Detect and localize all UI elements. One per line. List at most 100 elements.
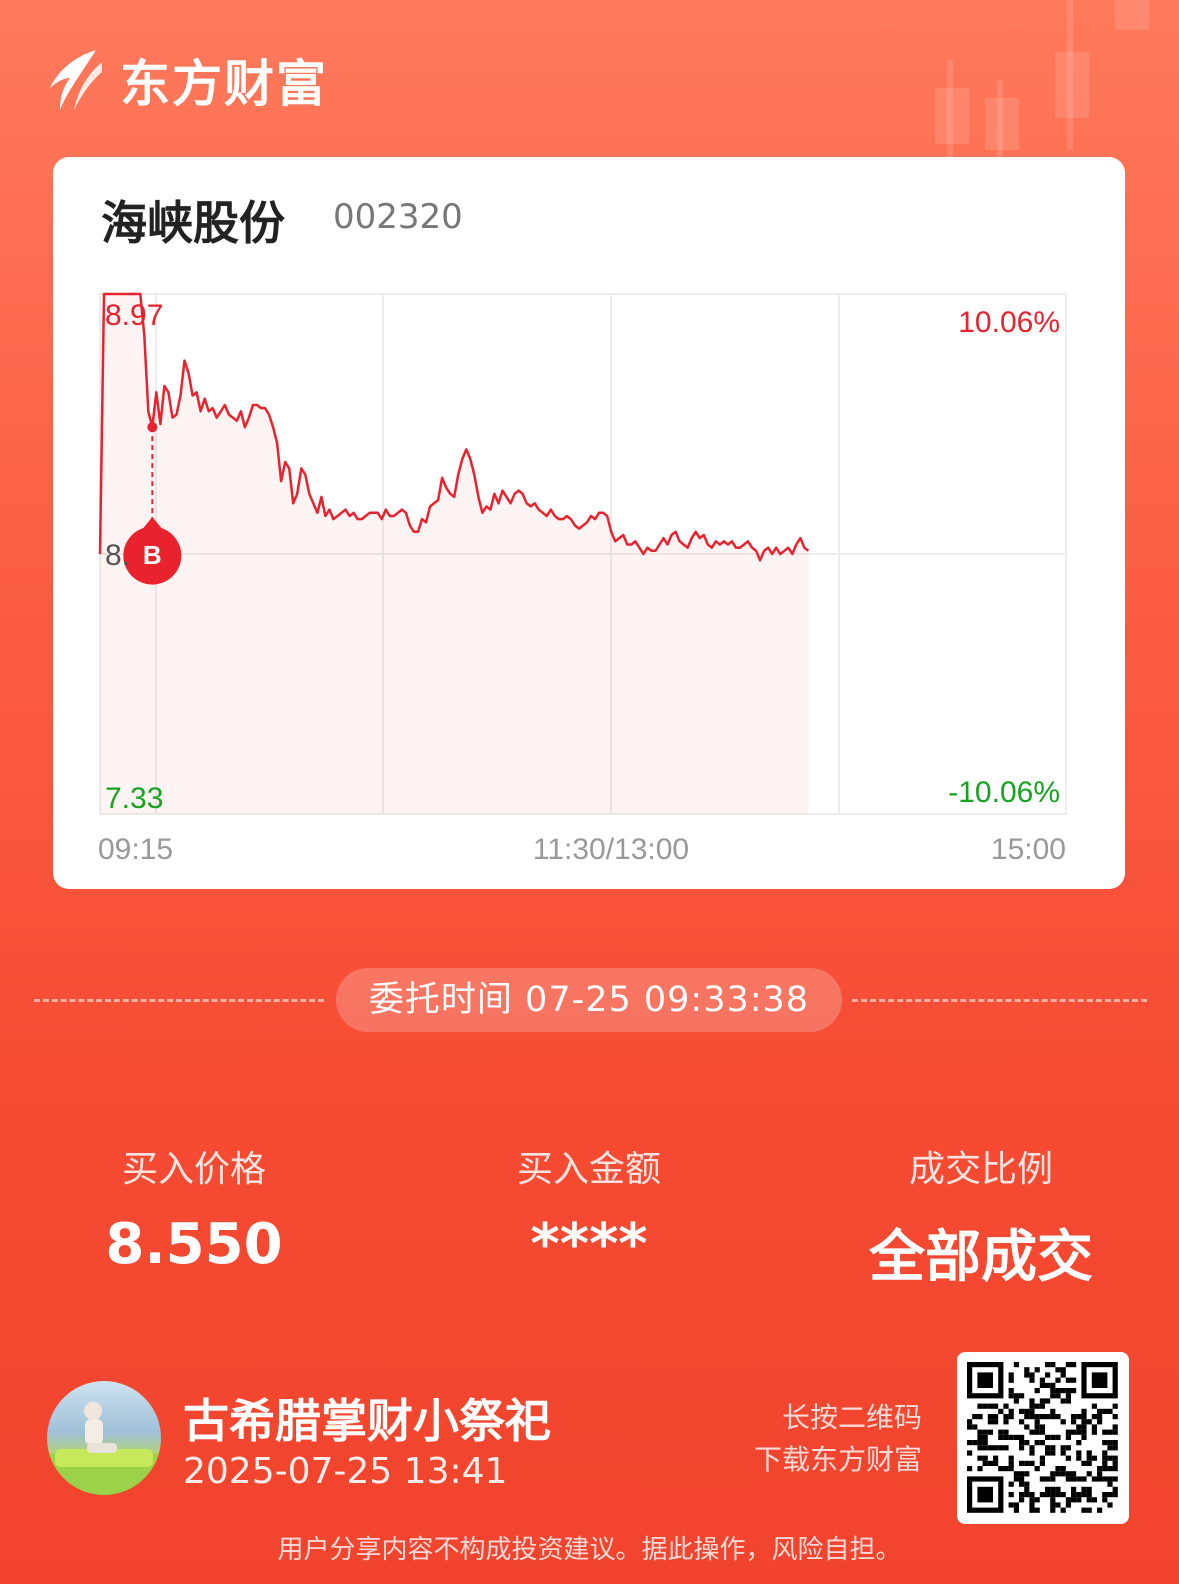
qr-module xyxy=(1086,1486,1092,1492)
qr-module xyxy=(1107,1502,1113,1508)
qr-module xyxy=(1091,1476,1097,1482)
qr-module xyxy=(1029,1460,1035,1466)
eastmoney-logo-icon xyxy=(50,50,102,110)
qr-module xyxy=(1008,1455,1014,1461)
qr-module xyxy=(1107,1445,1113,1451)
qr-module xyxy=(1086,1455,1092,1461)
qr-module xyxy=(1071,1377,1077,1383)
qr-module xyxy=(982,1429,988,1435)
pct-tick-high: 10.06% xyxy=(958,306,1060,339)
qr-module xyxy=(1034,1466,1040,1472)
qr-module xyxy=(1071,1414,1077,1420)
qr-module xyxy=(993,1455,999,1461)
qr-module xyxy=(1024,1440,1030,1446)
qr-module xyxy=(1112,1492,1118,1498)
brand-name: 东方财富 xyxy=(120,55,328,113)
qr-module xyxy=(1081,1414,1087,1420)
stat-fill-ratio: 成交比例 全部成交 xyxy=(831,1140,1131,1293)
intraday-price-chart: B 8.97 8. 7.33 10.06% -10.06% 09:15 11:3… xyxy=(98,292,1067,866)
qr-module xyxy=(1102,1460,1108,1466)
qr-module xyxy=(1008,1377,1014,1383)
avatar[interactable] xyxy=(47,1381,161,1495)
buy-marker-label: B xyxy=(143,540,162,570)
qr-module xyxy=(993,1414,999,1420)
qr-module xyxy=(1050,1492,1056,1498)
qr-module xyxy=(1050,1450,1056,1456)
qr-module xyxy=(1039,1414,1045,1420)
qr-module xyxy=(1013,1434,1019,1440)
qr-module xyxy=(1060,1445,1066,1451)
qr-module xyxy=(1045,1414,1051,1420)
qr-module xyxy=(1086,1497,1092,1503)
qr-module xyxy=(1076,1424,1082,1430)
pct-tick-low: -10.06% xyxy=(948,776,1060,809)
qr-module xyxy=(967,1466,973,1472)
qr-module xyxy=(1050,1502,1056,1508)
qr-code[interactable] xyxy=(957,1352,1129,1524)
qr-module xyxy=(1008,1393,1014,1399)
qr-module xyxy=(993,1460,999,1466)
qr-module xyxy=(1060,1492,1066,1498)
qr-module xyxy=(1024,1460,1030,1466)
qr-module xyxy=(977,1429,983,1435)
qr-module xyxy=(1076,1455,1082,1461)
qr-module xyxy=(998,1434,1004,1440)
qr-module xyxy=(1102,1450,1108,1456)
qr-module xyxy=(1019,1440,1025,1446)
qr-module xyxy=(1034,1367,1040,1373)
qr-module xyxy=(1029,1429,1035,1435)
qr-module xyxy=(1039,1398,1045,1404)
qr-module xyxy=(1050,1382,1056,1388)
qr-module xyxy=(1019,1445,1025,1451)
qr-module xyxy=(977,1445,983,1451)
qr-module xyxy=(1065,1455,1071,1461)
qr-module xyxy=(1029,1414,1035,1420)
qr-module xyxy=(1060,1398,1066,1404)
order-time-pill: 委托时间 07-25 09:33:38 xyxy=(336,968,842,1032)
qr-module xyxy=(1071,1471,1077,1477)
qr-module xyxy=(1076,1440,1082,1446)
qr-hint-line2: 下载东方财富 xyxy=(753,1443,922,1476)
qr-module xyxy=(1013,1502,1019,1508)
stat-buy-price: 买入价格 8.550 xyxy=(44,1140,344,1277)
qr-module xyxy=(977,1455,983,1461)
qr-module xyxy=(1050,1497,1056,1503)
qr-finder xyxy=(977,1486,993,1503)
qr-module xyxy=(1050,1486,1056,1492)
qr-module xyxy=(1102,1429,1108,1435)
qr-module xyxy=(1039,1455,1045,1461)
qr-module xyxy=(998,1429,1004,1435)
qr-module xyxy=(1003,1403,1009,1409)
qr-module xyxy=(1107,1492,1113,1498)
qr-module xyxy=(1091,1403,1097,1409)
stat-label: 买入价格 xyxy=(121,1149,266,1190)
qr-module xyxy=(1008,1460,1014,1466)
qr-module xyxy=(1029,1372,1035,1378)
qr-module xyxy=(1045,1398,1051,1404)
qr-module xyxy=(1081,1507,1087,1513)
qr-module xyxy=(1045,1492,1051,1498)
price-area-fill xyxy=(100,294,809,814)
qr-module xyxy=(1039,1424,1045,1430)
qr-module xyxy=(1034,1403,1040,1409)
qr-module xyxy=(1102,1497,1108,1503)
qr-module xyxy=(1055,1393,1061,1399)
qr-module xyxy=(1045,1382,1051,1388)
qr-module xyxy=(1019,1393,1025,1399)
qr-module xyxy=(1034,1507,1040,1513)
qr-module xyxy=(982,1445,988,1451)
qr-module xyxy=(1029,1502,1035,1508)
qr-module xyxy=(1045,1362,1051,1368)
qr-module xyxy=(972,1440,978,1446)
qr-module xyxy=(1076,1450,1082,1456)
qr-module xyxy=(1029,1507,1035,1513)
qr-module xyxy=(993,1445,999,1451)
qr-module xyxy=(1039,1492,1045,1498)
qr-module xyxy=(1065,1471,1071,1477)
qr-module xyxy=(1039,1476,1045,1482)
qr-module xyxy=(1034,1419,1040,1425)
qr-module xyxy=(1019,1460,1025,1466)
x-tick-open: 09:15 xyxy=(98,833,173,866)
qr-module xyxy=(1097,1419,1103,1425)
qr-module xyxy=(1003,1429,1009,1435)
